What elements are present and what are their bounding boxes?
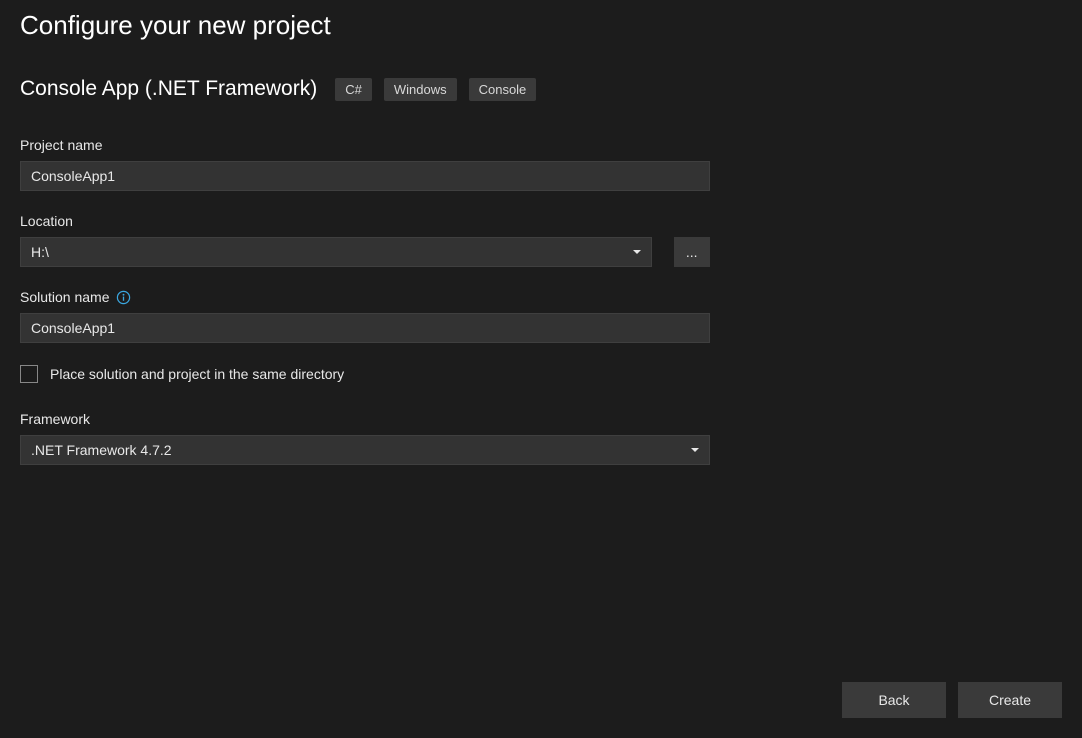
- tag-platform: Windows: [384, 78, 457, 101]
- info-icon[interactable]: [116, 289, 132, 305]
- browse-button[interactable]: ...: [674, 237, 711, 267]
- project-type-row: Console App (.NET Framework) C# Windows …: [20, 77, 1062, 101]
- project-type-title: Console App (.NET Framework): [20, 77, 317, 101]
- framework-value: .NET Framework 4.7.2: [31, 442, 172, 458]
- footer-buttons: Back Create: [842, 682, 1062, 718]
- form-section: Project name Location H:\ ... Solution n…: [20, 137, 710, 487]
- solution-name-label: Solution name: [20, 289, 710, 305]
- same-directory-checkbox[interactable]: [20, 365, 38, 383]
- location-label: Location: [20, 213, 710, 229]
- create-button[interactable]: Create: [958, 682, 1062, 718]
- location-value: H:\: [31, 244, 49, 260]
- tag-type: Console: [469, 78, 537, 101]
- field-location: Location H:\ ...: [20, 213, 710, 267]
- framework-label: Framework: [20, 411, 710, 427]
- field-solution-name: Solution name: [20, 289, 710, 343]
- solution-name-label-text: Solution name: [20, 289, 110, 305]
- chevron-down-icon: [633, 250, 641, 254]
- back-button[interactable]: Back: [842, 682, 946, 718]
- tag-language: C#: [335, 78, 372, 101]
- project-name-label: Project name: [20, 137, 710, 153]
- page-title: Configure your new project: [20, 10, 1062, 41]
- solution-name-input[interactable]: [20, 313, 710, 343]
- project-name-input[interactable]: [20, 161, 710, 191]
- same-directory-label: Place solution and project in the same d…: [50, 366, 344, 382]
- location-dropdown[interactable]: H:\: [20, 237, 652, 267]
- framework-dropdown[interactable]: .NET Framework 4.7.2: [20, 435, 710, 465]
- same-directory-row: Place solution and project in the same d…: [20, 365, 710, 383]
- field-project-name: Project name: [20, 137, 710, 191]
- chevron-down-icon: [691, 448, 699, 452]
- field-framework: Framework .NET Framework 4.7.2: [20, 411, 710, 465]
